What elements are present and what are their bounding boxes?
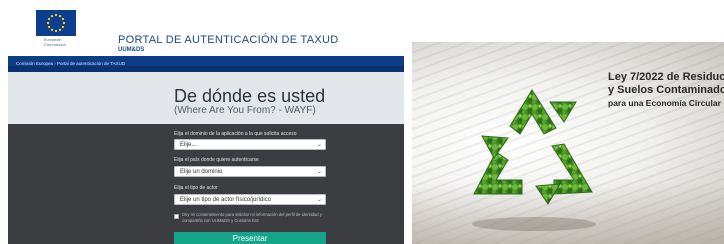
- actor-type-select-value: Elije un tipo de actor físico/jurídico: [180, 196, 272, 203]
- country-label: Elija el país donde quiere autenticarse: [174, 157, 259, 163]
- submit-button[interactable]: Presentar: [174, 232, 326, 244]
- domain-select-value: Elije...: [180, 141, 197, 148]
- taxud-portal-screenshot: European Commission PORTAL DE AUTENTICAC…: [8, 0, 404, 244]
- country-select-value: Elije un dominio: [180, 168, 223, 175]
- actor-type-label: Elija el tipo de actor: [174, 185, 218, 191]
- chevron-down-icon: ⌄: [316, 197, 322, 203]
- consent-text: Doy mi consentimiento para solicitar mi …: [182, 212, 322, 223]
- promo-heading-line1: Ley 7/2022 de Residuos: [608, 71, 724, 83]
- promo-heading-line3: para una Economía Circular: [608, 98, 721, 108]
- country-select[interactable]: Elije un dominio ⌄: [174, 166, 326, 177]
- law-promo-image: Ley 7/2022 de Residuos y Suelos Contamin…: [412, 42, 724, 244]
- chevron-down-icon: ⌄: [316, 142, 322, 148]
- page-subtitle: (Where Are You From? - WAYF): [174, 105, 316, 116]
- portal-subtitle: UUM&DS: [118, 47, 145, 53]
- chevron-down-icon: ⌄: [316, 169, 322, 175]
- promo-heading-line2: y Suelos Contaminados: [608, 84, 724, 96]
- portal-header: European Commission PORTAL DE AUTENTICAC…: [8, 0, 404, 56]
- consent-checkbox[interactable]: [174, 214, 179, 219]
- ec-logo-text: European Commission: [44, 37, 67, 47]
- eu-flag-icon: [36, 10, 76, 36]
- actor-type-select[interactable]: Elije un tipo de actor físico/jurídico ⌄: [174, 194, 326, 205]
- domain-label: Elija el dominio de la aplicación a la q…: [174, 131, 297, 137]
- page-title: De dónde es usted: [174, 86, 326, 106]
- european-commission-logo: European Commission: [36, 10, 76, 50]
- portal-title: PORTAL DE AUTENTICACIÓN DE TAXUD: [118, 34, 339, 46]
- recycle-icon: [472, 89, 596, 231]
- domain-select[interactable]: Elije... ⌄: [174, 139, 326, 150]
